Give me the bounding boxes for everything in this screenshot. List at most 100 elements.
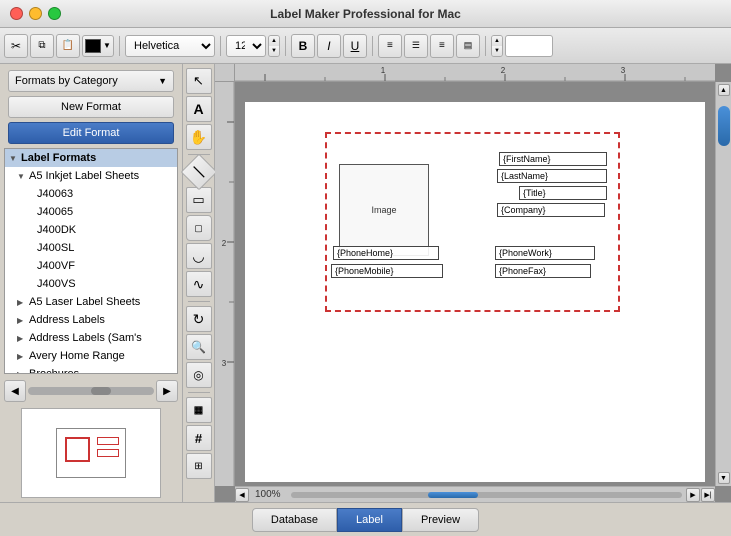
tree-item-j400vs[interactable]: J400VS (5, 275, 177, 293)
close-button[interactable] (10, 7, 23, 20)
titlebar: Label Maker Professional for Mac (0, 0, 731, 28)
size-down-button[interactable]: ▼ (269, 46, 279, 56)
format-tree[interactable]: ▼ Label Formats ▼ A5 Inkjet Label Sheets… (4, 148, 178, 374)
lastname-field[interactable]: {LastName} (497, 169, 607, 183)
dbfield-tool-button[interactable]: ⊞ (186, 453, 212, 479)
firstname-field[interactable]: {FirstName} (499, 152, 607, 166)
tree-expand-icon: ▶ (17, 334, 29, 343)
canvas-page: Image {FirstName} {LastName} {Title} (245, 102, 705, 482)
dropdown-arrow-icon: ▼ (158, 76, 167, 86)
phonework-field[interactable]: {PhoneWork} (495, 246, 595, 260)
new-format-button[interactable]: New Format (8, 96, 174, 118)
tree-expand-icon: ▼ (17, 172, 29, 181)
line-tool-button[interactable]: | (180, 154, 217, 191)
preview-thumbnail (21, 408, 161, 498)
cut-button[interactable]: ✂ (4, 34, 28, 58)
edit-format-button[interactable]: Edit Format (8, 122, 174, 144)
hscrollbar[interactable]: ◀ 100% ▶ ▶| (235, 486, 715, 502)
hscroll-far-right-button[interactable]: ▶| (701, 488, 715, 502)
thumbnail-rect-3 (97, 449, 119, 457)
hash-tool-button[interactable]: # (186, 425, 212, 451)
rounded-rect-tool-button[interactable]: ▢ (186, 215, 212, 241)
tree-item-j40063[interactable]: J40063 (5, 185, 177, 203)
phonefax-field[interactable]: {PhoneFax} (495, 264, 591, 278)
tree-item-a5inkjet[interactable]: ▼ A5 Inkjet Label Sheets (5, 167, 177, 185)
label-card[interactable]: Image {FirstName} {LastName} {Title} (325, 132, 620, 312)
value-display (505, 35, 553, 57)
canvas-scroll[interactable]: Image {FirstName} {LastName} {Title} (235, 82, 715, 486)
italic-button[interactable]: I (317, 34, 341, 58)
title-field[interactable]: {Title} (519, 186, 607, 200)
size-up-button[interactable]: ▲ (269, 36, 279, 46)
barcode-tool-button[interactable]: ▦ (186, 397, 212, 423)
tree-expand-icon: ▶ (17, 352, 29, 361)
extra-down-button[interactable]: ▼ (492, 46, 502, 56)
font-select[interactable]: Helvetica (125, 35, 215, 57)
arrow-tool-button[interactable]: ↖ (186, 68, 212, 94)
company-field[interactable]: {Company} (497, 203, 605, 217)
thumbnail-rect-1 (65, 437, 90, 462)
tree-item-j400sl[interactable]: J400SL (5, 239, 177, 257)
tree-item-j40065[interactable]: J40065 (5, 203, 177, 221)
tree-item-address-sam[interactable]: ▶ Address Labels (Sam's (5, 329, 177, 347)
align-left-button[interactable]: ≡ (378, 34, 402, 58)
eye-tool-button[interactable]: ◎ (186, 362, 212, 388)
vscrollbar[interactable]: ▲ ▼ (715, 82, 731, 486)
minimize-button[interactable] (29, 7, 42, 20)
size-select[interactable]: 12 (226, 35, 266, 57)
vscroll-thumb[interactable] (718, 106, 730, 146)
hand-tool-button[interactable]: ✋ (186, 124, 212, 150)
hscroll-track (291, 492, 682, 498)
vscroll-up-button[interactable]: ▲ (718, 84, 730, 96)
color-picker[interactable]: ▼ (82, 35, 114, 57)
arc-tool-button[interactable]: ◡ (186, 243, 212, 269)
ruler-horizontal: 1 2 3 (235, 64, 715, 82)
maximize-button[interactable] (48, 7, 61, 20)
category-dropdown[interactable]: Formats by Category ▼ (8, 70, 174, 92)
paste-button[interactable]: 📋 (56, 34, 80, 58)
preview-tab[interactable]: Preview (402, 508, 479, 532)
text-tool-button[interactable]: A (186, 96, 212, 122)
bold-button[interactable]: B (291, 34, 315, 58)
tool-separator-3 (188, 392, 210, 393)
copy-button[interactable]: ⧉ (30, 34, 54, 58)
extra-stepper[interactable]: ▲ ▼ (491, 35, 503, 57)
vscroll-down-button[interactable]: ▼ (718, 472, 730, 484)
rotate-tool-button[interactable]: ↻ (186, 306, 212, 332)
tree-item-address[interactable]: ▶ Address Labels (5, 311, 177, 329)
tree-item-avery[interactable]: ▶ Avery Home Range (5, 347, 177, 365)
panel-prev-button[interactable]: ◀ (4, 380, 26, 402)
size-stepper[interactable]: ▲ ▼ (268, 35, 280, 57)
tree-expand-icon: ▼ (9, 154, 21, 163)
hscroll-left-button[interactable]: ◀ (235, 488, 249, 502)
database-tab[interactable]: Database (252, 508, 337, 532)
extra-up-button[interactable]: ▲ (492, 36, 502, 46)
underline-button[interactable]: U (343, 34, 367, 58)
tool-separator-2 (188, 301, 210, 302)
window-controls[interactable] (10, 7, 61, 20)
hscroll-thumb[interactable] (428, 492, 478, 498)
toolbar-separator-2 (220, 36, 221, 56)
tree-item-a5laser[interactable]: ▶ A5 Laser Label Sheets (5, 293, 177, 311)
zoom-tool-button[interactable]: 🔍 (186, 334, 212, 360)
label-tab[interactable]: Label (337, 508, 402, 532)
tree-item-j400dk[interactable]: J400DK (5, 221, 177, 239)
align-justify-button[interactable]: ▤ (456, 34, 480, 58)
toolbar: ✂ ⧉ 📋 ▼ Helvetica 12 ▲ ▼ B I U ≡ ☰ ≡ ▤ ▲… (0, 28, 731, 64)
category-dropdown-label: Formats by Category (15, 75, 118, 87)
align-right-button[interactable]: ≡ (430, 34, 454, 58)
panel-hscroll-thumb (91, 387, 111, 395)
tree-item-j400vf[interactable]: J400VF (5, 257, 177, 275)
panel-next-button[interactable]: ▶ (156, 380, 178, 402)
tree-header-label-formats[interactable]: ▼ Label Formats (5, 149, 177, 167)
wave-tool-button[interactable]: ∿ (186, 271, 212, 297)
image-field[interactable]: Image (339, 164, 429, 256)
rect-tool-button[interactable]: ▭ (186, 187, 212, 213)
hscroll-right-button[interactable]: ▶ (686, 488, 700, 502)
align-center-button[interactable]: ☰ (404, 34, 428, 58)
phonemobile-field[interactable]: {PhoneMobile} (331, 264, 443, 278)
svg-text:3: 3 (621, 66, 626, 75)
vscroll-track (718, 96, 730, 472)
phonehome-field[interactable]: {PhoneHome} (333, 246, 439, 260)
tree-item-brochures[interactable]: ▶ Brochures (5, 365, 177, 374)
